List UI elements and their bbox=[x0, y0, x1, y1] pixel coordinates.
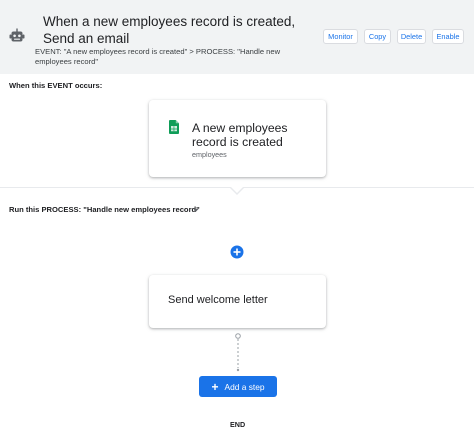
step-title: Send welcome letter bbox=[168, 294, 268, 306]
delete-button[interactable]: Delete bbox=[397, 29, 426, 44]
robot-icon bbox=[9, 28, 25, 42]
monitor-button[interactable]: Monitor bbox=[323, 29, 358, 44]
event-title: A new employees record is created bbox=[192, 121, 288, 149]
add-step-button[interactable]: + Add a step bbox=[199, 376, 277, 397]
add-step-label: Add a step bbox=[224, 381, 265, 392]
caret-down-icon[interactable] bbox=[191, 205, 201, 215]
process-section-label: Run this PROCESS: "Handle new employees … bbox=[9, 205, 200, 214]
event-card[interactable]: A new employees record is created employ… bbox=[149, 100, 326, 177]
step-card[interactable]: Send welcome letter bbox=[149, 275, 326, 328]
bot-summary: EVENT: "A new employees record is create… bbox=[35, 47, 281, 66]
plus-icon: + bbox=[211, 379, 219, 394]
bot-header: When a new employees record is created, … bbox=[0, 0, 474, 74]
enable-button[interactable]: Enable bbox=[432, 29, 464, 44]
google-sheets-icon bbox=[169, 120, 179, 134]
event-table-name: employees bbox=[192, 150, 227, 159]
step-connector bbox=[235, 333, 241, 372]
copy-button[interactable]: Copy bbox=[364, 29, 391, 44]
bot-title: When a new employees record is created, … bbox=[43, 14, 296, 46]
event-section-label: When this EVENT occurs: bbox=[9, 81, 103, 90]
add-circle-icon[interactable] bbox=[230, 245, 244, 259]
end-label: END bbox=[230, 420, 246, 429]
divider-pointer bbox=[230, 186, 244, 193]
